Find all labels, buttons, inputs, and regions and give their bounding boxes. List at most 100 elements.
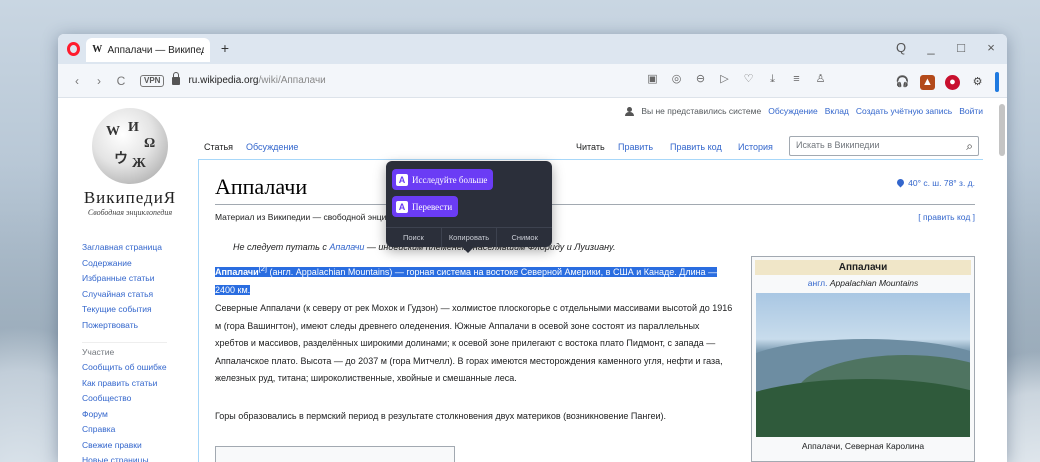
headphones-icon[interactable]: 🎧 xyxy=(895,75,910,90)
title-divider xyxy=(215,204,975,205)
wiki-sidebar: W И Ω ウ Ж ВикипедиЯ Свободная энциклопед… xyxy=(58,98,198,462)
tab-discussion[interactable]: Обсуждение xyxy=(242,140,302,154)
sidebar-link-new-pages[interactable]: Новые страницы xyxy=(82,453,167,462)
tab-history[interactable]: История xyxy=(734,140,777,154)
page-tabs: Статья Обсуждение Читать Править Править… xyxy=(198,134,983,160)
search-placeholder: Искать в Википедии xyxy=(796,140,880,150)
infobox-subtitle: англ. Appalachian Mountains xyxy=(755,278,971,288)
coordinates[interactable]: 40° с. ш. 78° з. д. xyxy=(895,177,975,188)
hatnote-link[interactable]: Апалачи xyxy=(329,242,364,252)
sidebar-nav: Заглавная страница Содержание Избранные … xyxy=(82,240,167,462)
footnote-ref[interactable]: [2] xyxy=(259,264,267,273)
minimize-button[interactable]: _ xyxy=(923,40,939,56)
reader-mode-icon[interactable]: ▣ xyxy=(646,73,659,86)
popup-search-button[interactable]: Поиск xyxy=(386,228,442,247)
translate-button[interactable]: A Перевести xyxy=(392,196,459,217)
profile-icon[interactable]: ♙ xyxy=(814,73,827,86)
send-icon[interactable]: ▷ xyxy=(718,73,731,86)
back-button[interactable]: ‹ xyxy=(66,74,88,88)
popup-actions: Поиск Копировать Снимок xyxy=(386,227,552,247)
new-tab-button[interactable]: + xyxy=(218,41,232,56)
reload-button[interactable]: C xyxy=(110,74,132,88)
sidebar-link-report-error[interactable]: Сообщить об ошибке xyxy=(82,360,167,376)
url-field[interactable]: ru.wikipedia.org/wiki/Аппалачи xyxy=(188,75,325,86)
sidebar-link-community[interactable]: Сообщество xyxy=(82,391,167,407)
extensions-area: 🎧 ▲ ● ⚙ xyxy=(895,72,999,92)
opera-logo-icon[interactable] xyxy=(67,42,80,56)
tab-title: Аппалачи — Википедия xyxy=(107,44,204,56)
vpn-badge[interactable]: VPN xyxy=(140,74,165,87)
sidebar-link-recent-changes[interactable]: Свежие правки xyxy=(82,438,167,454)
location-pin-icon xyxy=(895,177,906,188)
infobox-caption: Аппалачи, Северная Каролина xyxy=(801,441,925,451)
menu-icon[interactable]: ≡ xyxy=(790,73,803,86)
wiki-search-input[interactable]: Искать в Википедии ⌕ xyxy=(789,136,979,156)
hatnote-prefix: Не следует путать с xyxy=(233,242,327,252)
wikipedia-tagline: Свободная энциклопедия xyxy=(87,208,173,217)
shield-icon[interactable]: ● xyxy=(945,74,960,90)
edit-section-link[interactable]: [ править код ] xyxy=(918,212,975,222)
sidebar-link-help[interactable]: Справка xyxy=(82,422,167,438)
search-icon[interactable]: ⌕ xyxy=(966,139,973,154)
logo-letter: Ω xyxy=(144,136,156,151)
login-link[interactable]: Войти xyxy=(959,106,983,116)
sidebar-link-main-page[interactable]: Заглавная страница xyxy=(82,240,167,256)
extension-orange-icon[interactable]: ▲ xyxy=(920,74,935,90)
page-scrollbar[interactable] xyxy=(999,102,1005,458)
wikipedia-globe-icon[interactable]: W И Ω ウ Ж xyxy=(92,108,168,184)
tab-search-icon[interactable]: Q xyxy=(893,40,909,56)
sidebar-link-random[interactable]: Случайная статья xyxy=(82,287,167,303)
translate-label: Перевести xyxy=(412,201,453,212)
selection-popup: A Исследуйте больше A Перевести Поиск Ко… xyxy=(386,161,552,253)
lead-paragraph[interactable]: Аппалачи[2] (англ. Appalachian Mountains… xyxy=(215,260,735,299)
address-bar-tools: ▣ ◎ ⊖ ▷ ♡ ⤓ ≡ ♙ xyxy=(646,73,827,86)
paragraph-2[interactable]: Северные Аппалачи (к северу от рек Мохок… xyxy=(215,300,735,388)
url-path: /wiki/Аппалачи xyxy=(258,75,326,86)
explore-more-button[interactable]: A Исследуйте больше xyxy=(392,169,494,190)
paragraph-3[interactable]: Горы образовались в пермский период в ре… xyxy=(215,408,735,426)
popup-copy-button[interactable]: Копировать xyxy=(442,228,498,247)
sidebar-link-contents[interactable]: Содержание xyxy=(82,256,167,272)
user-talk-link[interactable]: Обсуждение xyxy=(768,106,818,116)
sidebar-link-current-events[interactable]: Текущие события xyxy=(82,302,167,318)
table-of-contents[interactable] xyxy=(215,446,455,462)
adblock-icon[interactable]: ⊖ xyxy=(694,73,707,86)
popup-snapshot-button[interactable]: Снимок xyxy=(497,228,552,247)
coordinates-text: 40° с. ш. 78° з. д. xyxy=(908,178,975,188)
user-contributions-link[interactable]: Вклад xyxy=(825,106,849,116)
logo-letter: ウ xyxy=(114,152,128,167)
settings-icon[interactable]: ⚙ xyxy=(970,75,985,90)
infobox: Аппалачи англ. Appalachian Mountains Апп… xyxy=(751,256,975,462)
forward-button[interactable]: › xyxy=(88,74,110,88)
lead-text: (англ. Appalachian Mountains) — горная с… xyxy=(215,267,718,295)
camera-icon[interactable]: ◎ xyxy=(670,73,683,86)
download-icon[interactable]: ⤓ xyxy=(766,73,779,86)
close-button[interactable]: × xyxy=(983,40,999,56)
aria-icon: A xyxy=(396,200,408,213)
wikipedia-wordmark[interactable]: ВикипедиЯ xyxy=(78,188,182,208)
sidebar-link-donate[interactable]: Пожертвовать xyxy=(82,318,167,334)
selected-text[interactable]: Аппалачи[2] (англ. Appalachian Mountains… xyxy=(215,264,718,295)
wikipedia-favicon-icon: W xyxy=(92,44,103,55)
window-controls: Q _ □ × xyxy=(893,40,999,56)
lead-term: Аппалачи xyxy=(215,267,259,277)
tab-edit[interactable]: Править xyxy=(614,140,657,154)
sidebar-heading-participation: Участие xyxy=(82,342,167,357)
scrollbar-thumb[interactable] xyxy=(999,104,1005,156)
address-bar: ‹ › C VPN ru.wikipedia.org/wiki/Аппалачи… xyxy=(58,64,1007,98)
create-account-link[interactable]: Создать учётную запись xyxy=(856,106,952,116)
sidebar-link-featured[interactable]: Избранные статьи xyxy=(82,271,167,287)
heart-icon[interactable]: ♡ xyxy=(742,73,755,86)
browser-window: W Аппалачи — Википедия + Q _ □ × ‹ › C V… xyxy=(58,34,1007,462)
sidebar-link-forum[interactable]: Форум xyxy=(82,407,167,423)
lock-icon[interactable] xyxy=(172,71,181,85)
tab-edit-source[interactable]: Править код xyxy=(666,140,726,154)
maximize-button[interactable]: □ xyxy=(953,40,969,56)
infobox-lang-link[interactable]: англ. xyxy=(808,278,828,288)
sidebar-link-how-to-edit[interactable]: Как править статьи xyxy=(82,376,167,392)
sidebar-indicator[interactable] xyxy=(995,72,999,92)
tab-article[interactable]: Статья xyxy=(200,140,237,154)
infobox-image[interactable] xyxy=(756,293,970,437)
tab-read[interactable]: Читать xyxy=(572,140,609,154)
browser-tab[interactable]: W Аппалачи — Википедия xyxy=(86,38,210,62)
